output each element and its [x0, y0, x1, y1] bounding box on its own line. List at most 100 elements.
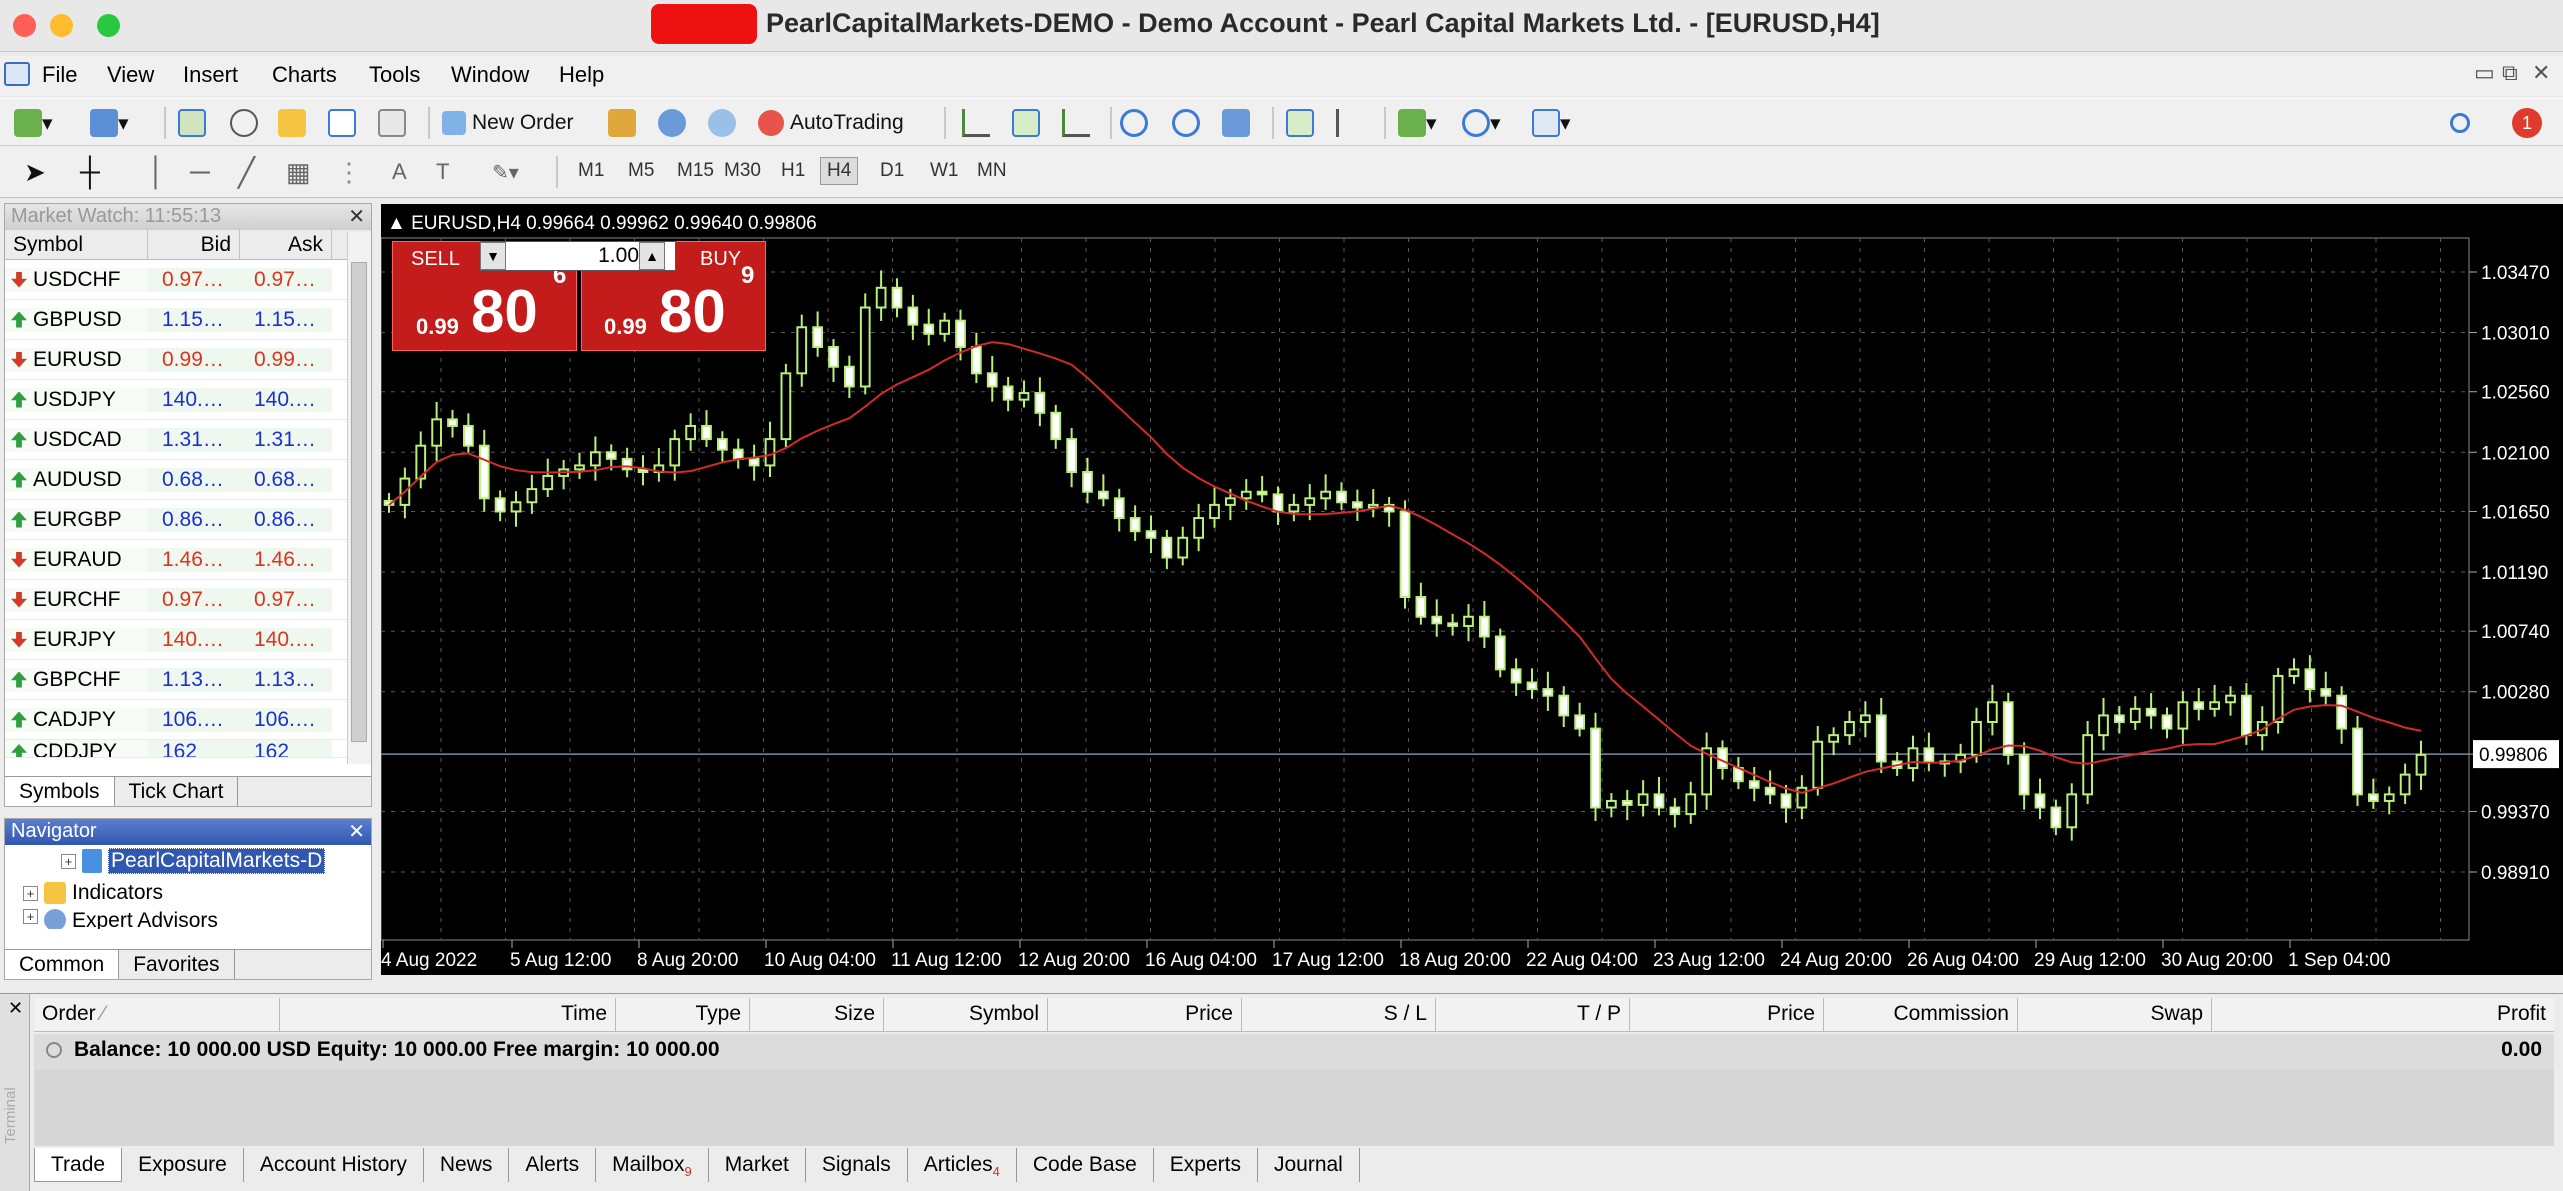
balance-row[interactable]: Balance: 10 000.00 USD Equity: 10 000.00…	[34, 1034, 2554, 1070]
tab-mailbox[interactable]: Mailbox9	[596, 1148, 709, 1182]
tab-trade[interactable]: Trade	[34, 1148, 123, 1182]
close-icon[interactable]: ✕	[8, 998, 23, 1019]
column-commission[interactable]: Commission	[1824, 998, 2018, 1031]
nav-item-experts[interactable]: + Expert Advisors	[5, 909, 371, 929]
terminal-icon[interactable]	[328, 107, 356, 139]
column-sl[interactable]: S / L	[1242, 998, 1436, 1031]
tab-journal[interactable]: Journal	[1258, 1148, 1360, 1182]
zoom-in-icon[interactable]	[1120, 107, 1148, 139]
channel-icon[interactable]: ▦	[286, 156, 311, 188]
window-minimize-button[interactable]	[50, 14, 73, 37]
timeframe-d1[interactable]: D1	[880, 160, 904, 182]
timeframe-m15[interactable]: M15	[677, 160, 714, 182]
candlesticks-icon[interactable]	[1012, 107, 1040, 139]
window-close-button[interactable]	[13, 14, 36, 37]
tile-windows-icon[interactable]	[1222, 107, 1250, 139]
tab-experts[interactable]: Experts	[1154, 1148, 1258, 1182]
menu-insert[interactable]: Insert	[183, 62, 238, 88]
indicators-icon[interactable]: ▾	[1398, 107, 1437, 139]
line-chart-icon[interactable]	[1062, 107, 1090, 139]
column-tp[interactable]: T / P	[1436, 998, 1630, 1031]
column-close-price[interactable]: Price	[1630, 998, 1824, 1031]
market-watch-row[interactable]: AUDUSD 0.68… 0.68…	[5, 460, 371, 500]
expand-icon[interactable]: +	[23, 909, 38, 924]
tab-tick-chart[interactable]: Tick Chart	[115, 777, 239, 806]
templates-icon[interactable]: ▾	[1532, 107, 1571, 139]
expand-icon[interactable]: +	[61, 853, 76, 869]
menu-view[interactable]: View	[107, 62, 154, 88]
column-bid[interactable]: Bid	[148, 230, 240, 259]
navigator-icon[interactable]	[278, 107, 306, 139]
menu-file[interactable]: File	[42, 62, 77, 88]
timeframe-w1[interactable]: W1	[930, 160, 959, 182]
tab-alerts[interactable]: Alerts	[509, 1148, 597, 1182]
signals-icon[interactable]	[708, 107, 736, 139]
new-chart-icon[interactable]: ▾	[14, 107, 53, 139]
expand-icon[interactable]: +	[23, 885, 38, 901]
window-maximize-button[interactable]	[97, 14, 120, 37]
column-size[interactable]: Size	[750, 998, 884, 1031]
menu-charts[interactable]: Charts	[272, 62, 337, 88]
cursor-icon[interactable]: ➤	[24, 156, 46, 188]
chart-window[interactable]: 1.03470 1.03010 1.02560 1.02100 1.01650 1.011…	[381, 204, 2563, 975]
column-swap[interactable]: Swap	[2018, 998, 2212, 1031]
column-profit[interactable]: Profit	[2212, 998, 2554, 1031]
market-watch-row[interactable]: USDJPY 140.… 140.…	[5, 380, 371, 420]
chart-shift-icon[interactable]	[1336, 107, 1364, 139]
market-watch-row[interactable]: GBPCHF 1.13… 1.13…	[5, 660, 371, 700]
tab-news[interactable]: News	[424, 1148, 510, 1182]
tab-common[interactable]: Common	[5, 950, 120, 979]
timeframe-mn[interactable]: MN	[977, 160, 1007, 182]
nav-item-account[interactable]: + PearlCapitalMarkets-D	[5, 845, 371, 877]
close-icon[interactable]: ✕	[348, 204, 365, 229]
tab-articles[interactable]: Articles4	[908, 1148, 1017, 1182]
notifications-icon[interactable]: 1	[2512, 107, 2542, 139]
tab-market[interactable]: Market	[709, 1148, 806, 1182]
tab-account-history[interactable]: Account History	[244, 1148, 424, 1182]
nav-item-indicators[interactable]: + Indicators	[5, 877, 371, 909]
arrows-icon[interactable]: ✎▾	[492, 156, 519, 188]
close-icon[interactable]: ✕	[348, 819, 365, 844]
column-price[interactable]: Price	[1048, 998, 1242, 1031]
profiles-icon[interactable]: ▾	[90, 107, 129, 139]
close-icon[interactable]: ✕	[2532, 60, 2550, 86]
market-watch-row[interactable]: CDDJPY 162 162	[5, 740, 371, 758]
restore-icon[interactable]: ⧉	[2502, 60, 2518, 86]
community-icon[interactable]	[658, 107, 686, 139]
market-watch-row[interactable]: EURJPY 140.… 140.…	[5, 620, 371, 660]
menu-help[interactable]: Help	[559, 62, 604, 88]
tab-exposure[interactable]: Exposure	[122, 1148, 244, 1182]
market-watch-row[interactable]: EURAUD 1.46… 1.46…	[5, 540, 371, 580]
market-watch-icon[interactable]	[178, 107, 206, 139]
trendline-icon[interactable]: ╱	[238, 156, 255, 188]
horizontal-line-icon[interactable]: ─	[190, 156, 210, 188]
lot-increase-button[interactable]: ▲	[639, 242, 665, 270]
column-order[interactable]: Order ⁄	[34, 998, 280, 1031]
data-window-icon[interactable]	[230, 107, 258, 139]
market-watch-row[interactable]: USDCHF 0.97… 0.97…	[5, 260, 371, 300]
text-label-icon[interactable]: T	[436, 156, 449, 188]
column-type[interactable]: Type	[616, 998, 750, 1031]
menu-window[interactable]: Window	[451, 62, 529, 88]
market-watch-row[interactable]: CADJPY 106.… 106.…	[5, 700, 371, 740]
column-ask[interactable]: Ask	[240, 230, 332, 259]
market-watch-row[interactable]: GBPUSD 1.15… 1.15…	[5, 300, 371, 340]
tab-favorites[interactable]: Favorites	[119, 950, 235, 979]
column-time[interactable]: Time	[280, 998, 616, 1031]
timeframe-h4[interactable]: H4	[820, 157, 859, 185]
metaeditor-icon[interactable]	[608, 107, 636, 139]
strategy-tester-icon[interactable]	[378, 107, 406, 139]
minimize-icon[interactable]: ▭	[2474, 60, 2495, 86]
column-symbol[interactable]: Symbol	[5, 230, 148, 259]
bar-chart-icon[interactable]	[962, 107, 990, 139]
market-watch-scrollbar[interactable]	[347, 232, 371, 764]
timeframe-m1[interactable]: M1	[578, 160, 604, 182]
tab-code-base[interactable]: Code Base	[1017, 1148, 1154, 1182]
timeframe-m30[interactable]: M30	[724, 160, 761, 182]
tab-symbols[interactable]: Symbols	[5, 777, 115, 806]
market-watch-row[interactable]: USDCAD 1.31… 1.31…	[5, 420, 371, 460]
timeframe-m5[interactable]: M5	[628, 160, 654, 182]
lot-decrease-button[interactable]: ▼	[480, 242, 506, 270]
crosshair-icon[interactable]: ┼	[80, 156, 100, 188]
menu-tools[interactable]: Tools	[369, 62, 420, 88]
